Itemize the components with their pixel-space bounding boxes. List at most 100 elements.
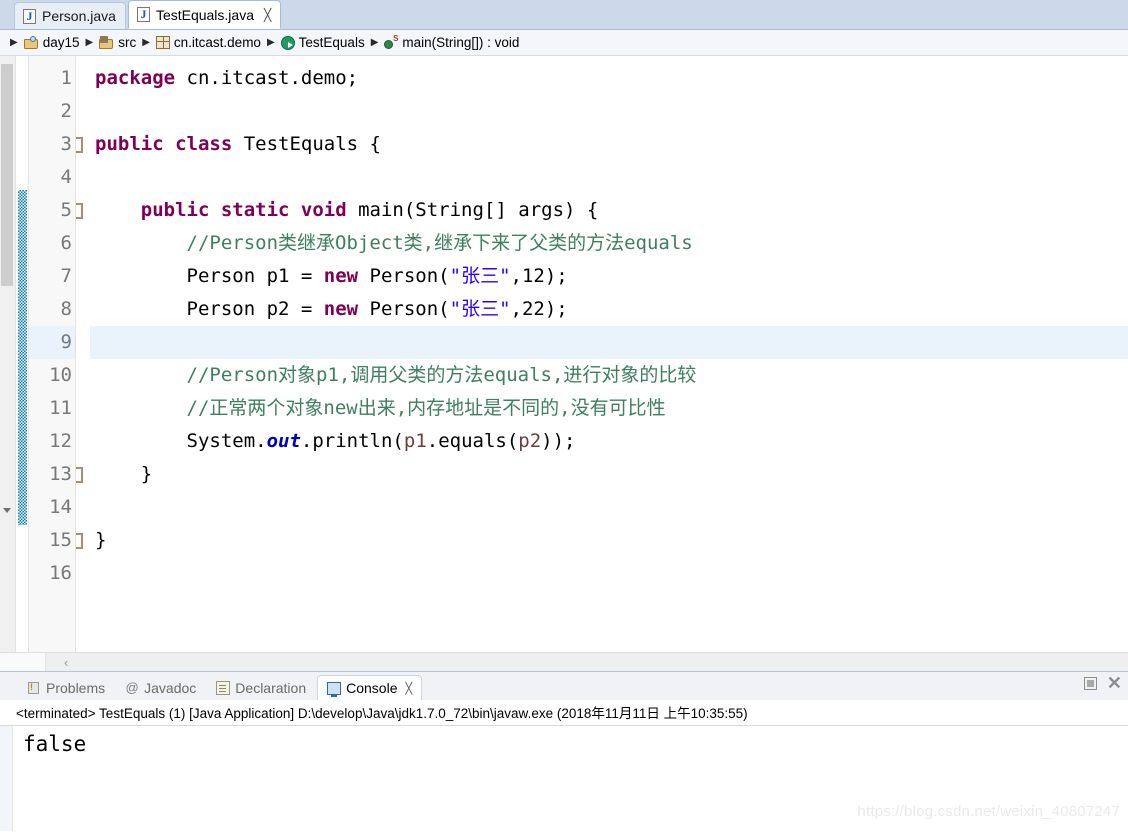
breadcrumb-item-package[interactable]: cn.itcast.demo bbox=[155, 35, 262, 50]
fold-marker-cell[interactable] bbox=[76, 128, 90, 161]
fold-bracket-icon[interactable] bbox=[76, 467, 83, 483]
fold-bracket-icon[interactable] bbox=[76, 533, 83, 549]
fold-marker-cell bbox=[76, 161, 90, 194]
fold-marker-cell bbox=[76, 62, 90, 95]
fold-marker-cell bbox=[76, 359, 90, 392]
java-project-icon bbox=[23, 35, 39, 50]
fold-marker-cell[interactable] bbox=[76, 458, 90, 491]
annotation-marker-column[interactable] bbox=[16, 56, 29, 652]
code-line[interactable]: Person p1 = new Person("张三",12); bbox=[90, 260, 1128, 293]
editor-tab-testequals-java[interactable]: TestEquals.java ╳ bbox=[127, 0, 282, 29]
code-line[interactable] bbox=[90, 161, 1128, 194]
code-editor: 1 2 3 4 5 6 7 8 9 10 11 12 13 14 15 16 package cn.itcas… bbox=[0, 56, 1128, 652]
breadcrumb-label: cn.itcast.demo bbox=[173, 35, 261, 50]
chevron-right-icon: ▶ bbox=[370, 37, 379, 48]
breadcrumb-label: src bbox=[118, 35, 137, 50]
fold-marker-cell[interactable] bbox=[76, 194, 90, 227]
close-icon[interactable]: ╳ bbox=[264, 9, 271, 21]
source-folder-icon bbox=[99, 35, 114, 50]
console-launch-config-line: <terminated> TestEquals (1) [Java Applic… bbox=[0, 700, 1128, 726]
editor-horizontal-scrollbar[interactable]: ‹ bbox=[0, 652, 1128, 671]
fold-marker-cell bbox=[76, 260, 90, 293]
minimize-button[interactable] bbox=[1083, 677, 1097, 690]
code-line[interactable] bbox=[90, 491, 1128, 524]
console-tab-label: Declaration bbox=[235, 679, 307, 696]
code-token: ,22); bbox=[510, 298, 568, 320]
fold-marker-cell[interactable] bbox=[76, 524, 90, 557]
scrollbar-thumb[interactable] bbox=[1, 64, 13, 286]
fold-bracket-icon[interactable] bbox=[76, 137, 83, 153]
code-line[interactable]: //Person对象p1,调用父类的方法equals,进行对象的比较 bbox=[90, 359, 1128, 392]
line-number: 2 bbox=[60, 100, 72, 122]
javadoc-icon: @ bbox=[125, 679, 139, 695]
java-file-icon bbox=[136, 7, 150, 22]
code-text-area[interactable]: package cn.itcast.demo; public class Tes… bbox=[90, 56, 1128, 652]
code-line[interactable] bbox=[90, 557, 1128, 590]
close-button[interactable]: ✕ bbox=[1107, 674, 1122, 692]
editor-tab-person-java[interactable]: Person.java bbox=[14, 2, 126, 29]
code-token: TestEquals { bbox=[243, 133, 381, 155]
console-tab-label: Problems bbox=[46, 679, 106, 696]
chevron-down-icon[interactable] bbox=[3, 508, 11, 513]
code-line[interactable]: public class TestEquals { bbox=[90, 128, 1128, 161]
breadcrumb: ▶ day15 ▶ src ▶ cn.itcast.demo ▶ TestEqu… bbox=[0, 30, 1128, 56]
code-line[interactable]: } bbox=[90, 458, 1128, 491]
code-token: .println( bbox=[300, 430, 404, 452]
code-token: //正常两个对象new出来,内存地址是不同的,没有可比性 bbox=[95, 397, 666, 419]
code-token: } bbox=[95, 529, 107, 551]
code-token: p2 bbox=[518, 430, 542, 452]
console-tab-label: Console bbox=[346, 680, 398, 696]
code-line[interactable]: System.out.println(p1.equals(p2)); bbox=[90, 425, 1128, 458]
console-action-buttons: ✕ bbox=[1083, 674, 1122, 692]
chevron-right-icon: ▶ bbox=[266, 37, 275, 48]
code-line[interactable] bbox=[90, 95, 1128, 128]
code-line[interactable]: Person p2 = new Person("张三",22); bbox=[90, 293, 1128, 326]
line-number: 14 bbox=[49, 496, 72, 518]
breadcrumb-item-method[interactable]: main(String[]) : void bbox=[383, 35, 520, 50]
fold-bracket-icon[interactable] bbox=[76, 203, 83, 219]
tab-console[interactable]: Console ╳ bbox=[317, 675, 423, 700]
tab-declaration[interactable]: Declaration bbox=[207, 675, 315, 700]
console-tab-label: Javadoc bbox=[144, 679, 197, 696]
code-line[interactable]: package cn.itcast.demo; bbox=[90, 62, 1128, 95]
code-token: p1 bbox=[403, 430, 427, 452]
breadcrumb-label: main(String[]) : void bbox=[402, 35, 520, 50]
close-icon[interactable]: ╳ bbox=[406, 682, 413, 695]
line-number: 9 bbox=[29, 326, 75, 359]
code-folding-column[interactable] bbox=[76, 56, 90, 652]
fold-marker-cell bbox=[76, 95, 90, 128]
line-number: 6 bbox=[60, 232, 72, 254]
code-token: cn.itcast.demo; bbox=[186, 67, 359, 89]
line-number: 13 bbox=[49, 463, 72, 485]
code-line[interactable]: } bbox=[90, 524, 1128, 557]
code-line[interactable]: //Person类继承Object类,继承下来了父类的方法equals bbox=[90, 227, 1128, 260]
code-token: //Person类继承Object类,继承下来了父类的方法equals bbox=[95, 232, 693, 254]
chevron-right-icon: ▶ bbox=[142, 37, 150, 48]
line-number: 11 bbox=[49, 397, 72, 419]
fold-marker-cell bbox=[76, 326, 90, 359]
breadcrumb-label: TestEquals bbox=[298, 35, 365, 50]
code-token: package bbox=[95, 67, 187, 89]
code-token: .equals( bbox=[426, 430, 519, 452]
line-number: 10 bbox=[49, 364, 72, 386]
code-line[interactable] bbox=[90, 326, 1128, 359]
tab-problems[interactable]: Problems bbox=[18, 675, 114, 700]
breadcrumb-label: day15 bbox=[42, 35, 80, 50]
code-token: public class bbox=[95, 133, 244, 155]
fold-marker-cell bbox=[76, 557, 90, 590]
breadcrumb-item-src[interactable]: src bbox=[98, 35, 137, 50]
chevron-left-icon[interactable]: ‹ bbox=[64, 656, 68, 669]
tab-javadoc[interactable]: @ Javadoc bbox=[116, 675, 205, 700]
line-number: 4 bbox=[60, 166, 72, 188]
code-line[interactable]: //正常两个对象new出来,内存地址是不同的,没有可比性 bbox=[90, 392, 1128, 425]
console-icon bbox=[327, 681, 342, 697]
code-line[interactable]: public static void main(String[] args) { bbox=[90, 194, 1128, 227]
code-token: new bbox=[323, 265, 359, 287]
editor-vertical-scrollbar[interactable] bbox=[0, 56, 16, 652]
breadcrumb-item-class[interactable]: TestEquals bbox=[280, 35, 366, 50]
code-token: Person( bbox=[358, 298, 450, 320]
console-panel: Problems @ Javadoc Declaration Console ╳… bbox=[0, 671, 1128, 834]
breadcrumb-item-project[interactable]: day15 bbox=[23, 35, 81, 50]
line-number: 5 bbox=[60, 199, 72, 221]
code-token: Person p1 = bbox=[95, 265, 324, 287]
